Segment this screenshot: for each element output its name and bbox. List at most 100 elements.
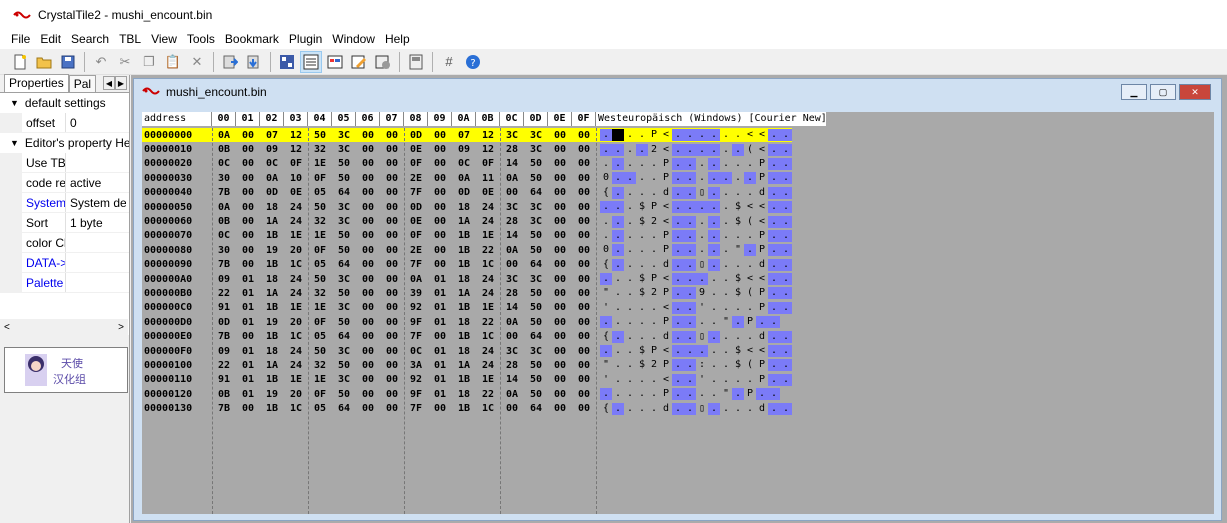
hex-byte[interactable]: 50 xyxy=(308,130,332,141)
hex-byte[interactable]: 0D xyxy=(404,130,428,141)
hex-byte[interactable]: 01 xyxy=(236,274,260,285)
hex-byte[interactable]: 01 xyxy=(236,389,260,400)
hex-byte[interactable]: 32 xyxy=(308,144,332,155)
property-value[interactable] xyxy=(66,153,126,172)
hex-byte[interactable]: 00 xyxy=(356,274,380,285)
hex-byte[interactable]: 0C xyxy=(212,158,236,169)
hex-byte[interactable]: 18 xyxy=(260,202,284,213)
hex-byte[interactable]: 00 xyxy=(356,374,380,385)
hex-byte[interactable]: 00 xyxy=(380,389,404,400)
hex-byte[interactable]: 11 xyxy=(476,173,500,184)
hex-byte[interactable]: 9F xyxy=(404,317,428,328)
hex-byte[interactable]: 1B xyxy=(260,259,284,270)
hex-byte[interactable]: 24 xyxy=(284,360,308,371)
hex-byte[interactable]: 00 xyxy=(356,317,380,328)
hex-byte[interactable]: 00 xyxy=(572,288,596,299)
hex-byte[interactable]: 0F xyxy=(308,389,332,400)
text-column[interactable]: '.... <.. '.... P.. xyxy=(600,301,792,314)
hex-byte[interactable]: 92 xyxy=(404,302,428,313)
hex-byte[interactable]: 1A xyxy=(452,288,476,299)
hex-byte[interactable]: 3C xyxy=(332,302,356,313)
hex-byte[interactable]: 00 xyxy=(380,360,404,371)
text-column[interactable]: {.... d.. ▯.... d.. xyxy=(600,330,792,343)
hex-byte[interactable]: 0F xyxy=(284,158,308,169)
property-value[interactable]: System def xyxy=(66,193,126,212)
hex-byte[interactable]: 32 xyxy=(308,360,332,371)
hex-row[interactable]: 00000120 0B 01 19 20 0F 50 00 00 9F 01 18 22 0A 50 00 00… xyxy=(142,387,792,401)
hex-byte[interactable]: 50 xyxy=(524,288,548,299)
hex-byte[interactable]: 00 xyxy=(380,173,404,184)
hex-byte[interactable]: 1E xyxy=(476,374,500,385)
hex-byte[interactable]: 1A xyxy=(452,360,476,371)
hex-byte[interactable]: 00 xyxy=(380,144,404,155)
hex-row[interactable]: 00000010 0B 00 09 12 32 3C 00 00 0E 00 09 12 28 3C 00 00… xyxy=(142,142,792,156)
hex-byte[interactable]: 1E xyxy=(308,302,332,313)
hex-row[interactable]: 00000000 0A 00 07 12 50 3C 00 00 0D 00 07 12 3C 3C 00 00… xyxy=(142,128,792,143)
hex-byte[interactable]: 3C xyxy=(524,130,548,141)
hex-row[interactable]: 000000F0 09 01 18 24 50 3C 00 00 0C 01 18 24 3C 3C 00 00… xyxy=(142,344,792,358)
import-icon[interactable] xyxy=(219,51,241,73)
hex-byte[interactable]: 50 xyxy=(524,230,548,241)
hex-byte[interactable]: 50 xyxy=(524,158,548,169)
tile-viewer-icon[interactable] xyxy=(276,51,298,73)
hex-row[interactable]: 00000060 0B 00 1A 24 32 3C 00 00 0E 00 1A 24 28 3C 00 00… xyxy=(142,214,792,228)
hex-byte[interactable]: 1B xyxy=(260,230,284,241)
hex-byte[interactable]: 00 xyxy=(236,173,260,184)
hex-byte[interactable]: 3C xyxy=(332,374,356,385)
hex-byte[interactable]: 1B xyxy=(452,259,476,270)
hex-byte[interactable]: 32 xyxy=(308,216,332,227)
hex-byte[interactable]: 1E xyxy=(284,374,308,385)
hex-byte[interactable]: 3C xyxy=(332,274,356,285)
hex-byte[interactable]: 50 xyxy=(308,274,332,285)
hex-byte[interactable]: 00 xyxy=(572,216,596,227)
hex-byte[interactable]: 05 xyxy=(308,259,332,270)
hex-row[interactable]: 00000050 0A 00 18 24 50 3C 00 00 0D 00 18 24 3C 3C 00 00… xyxy=(142,200,792,214)
hex-byte[interactable]: 0A xyxy=(452,173,476,184)
copy-icon[interactable]: ❐ xyxy=(138,51,160,73)
hex-byte[interactable]: 19 xyxy=(260,317,284,328)
hex-byte[interactable]: 01 xyxy=(236,374,260,385)
hex-byte[interactable]: 50 xyxy=(332,158,356,169)
hex-byte[interactable]: 01 xyxy=(236,317,260,328)
hex-byte[interactable]: 1B xyxy=(452,403,476,414)
hex-byte[interactable]: 30 xyxy=(212,245,236,256)
hex-byte[interactable]: 7F xyxy=(404,331,428,342)
hex-byte[interactable]: 1C xyxy=(284,403,308,414)
hex-byte[interactable]: 1C xyxy=(476,403,500,414)
hex-byte[interactable]: 00 xyxy=(380,230,404,241)
hex-byte[interactable]: 10 xyxy=(284,173,308,184)
hex-row[interactable]: 000000A0 09 01 18 24 50 3C 00 00 0A 01 18 24 3C 3C 00 00… xyxy=(142,272,792,286)
hex-byte[interactable]: 64 xyxy=(332,331,356,342)
hex-byte[interactable]: 2E xyxy=(404,173,428,184)
hex-byte[interactable]: 00 xyxy=(572,202,596,213)
open-folder-icon[interactable] xyxy=(33,51,55,73)
hex-byte[interactable]: 7F xyxy=(404,403,428,414)
hex-byte[interactable]: 3C xyxy=(500,274,524,285)
hex-byte[interactable]: 32 xyxy=(308,288,332,299)
hex-byte[interactable]: 14 xyxy=(500,158,524,169)
hex-byte[interactable]: 7B xyxy=(212,403,236,414)
hex-byte[interactable]: 01 xyxy=(236,288,260,299)
property-value[interactable]: active xyxy=(66,173,126,192)
hex-byte[interactable]: 18 xyxy=(260,346,284,357)
hex-byte[interactable]: 50 xyxy=(332,173,356,184)
text-column[interactable]: ".. $2 P.. 9.. $(P.. xyxy=(600,287,792,300)
save-icon[interactable] xyxy=(57,51,79,73)
hex-byte[interactable]: 00 xyxy=(500,331,524,342)
text-column[interactable]: .... 2 <......(<.. xyxy=(600,143,792,156)
hex-byte[interactable]: 50 xyxy=(332,245,356,256)
text-column[interactable]: {.... d.. ▯.... d.. xyxy=(600,402,792,415)
hex-byte[interactable]: 3C xyxy=(332,202,356,213)
hex-byte[interactable]: 1B xyxy=(452,374,476,385)
hex-byte[interactable]: 0F xyxy=(308,317,332,328)
hex-byte[interactable]: 22 xyxy=(476,317,500,328)
property-row[interactable]: color Cl xyxy=(0,233,129,253)
text-column[interactable]: ... $ P <..... $ < <.. xyxy=(600,345,792,358)
hex-byte[interactable]: 7B xyxy=(212,187,236,198)
hex-byte[interactable]: 01 xyxy=(428,317,452,328)
hex-byte[interactable]: 1B xyxy=(452,331,476,342)
hex-byte[interactable]: 3C xyxy=(524,216,548,227)
hex-byte[interactable]: 00 xyxy=(356,158,380,169)
hex-byte[interactable]: 1A xyxy=(260,288,284,299)
hex-byte[interactable]: 7F xyxy=(404,259,428,270)
